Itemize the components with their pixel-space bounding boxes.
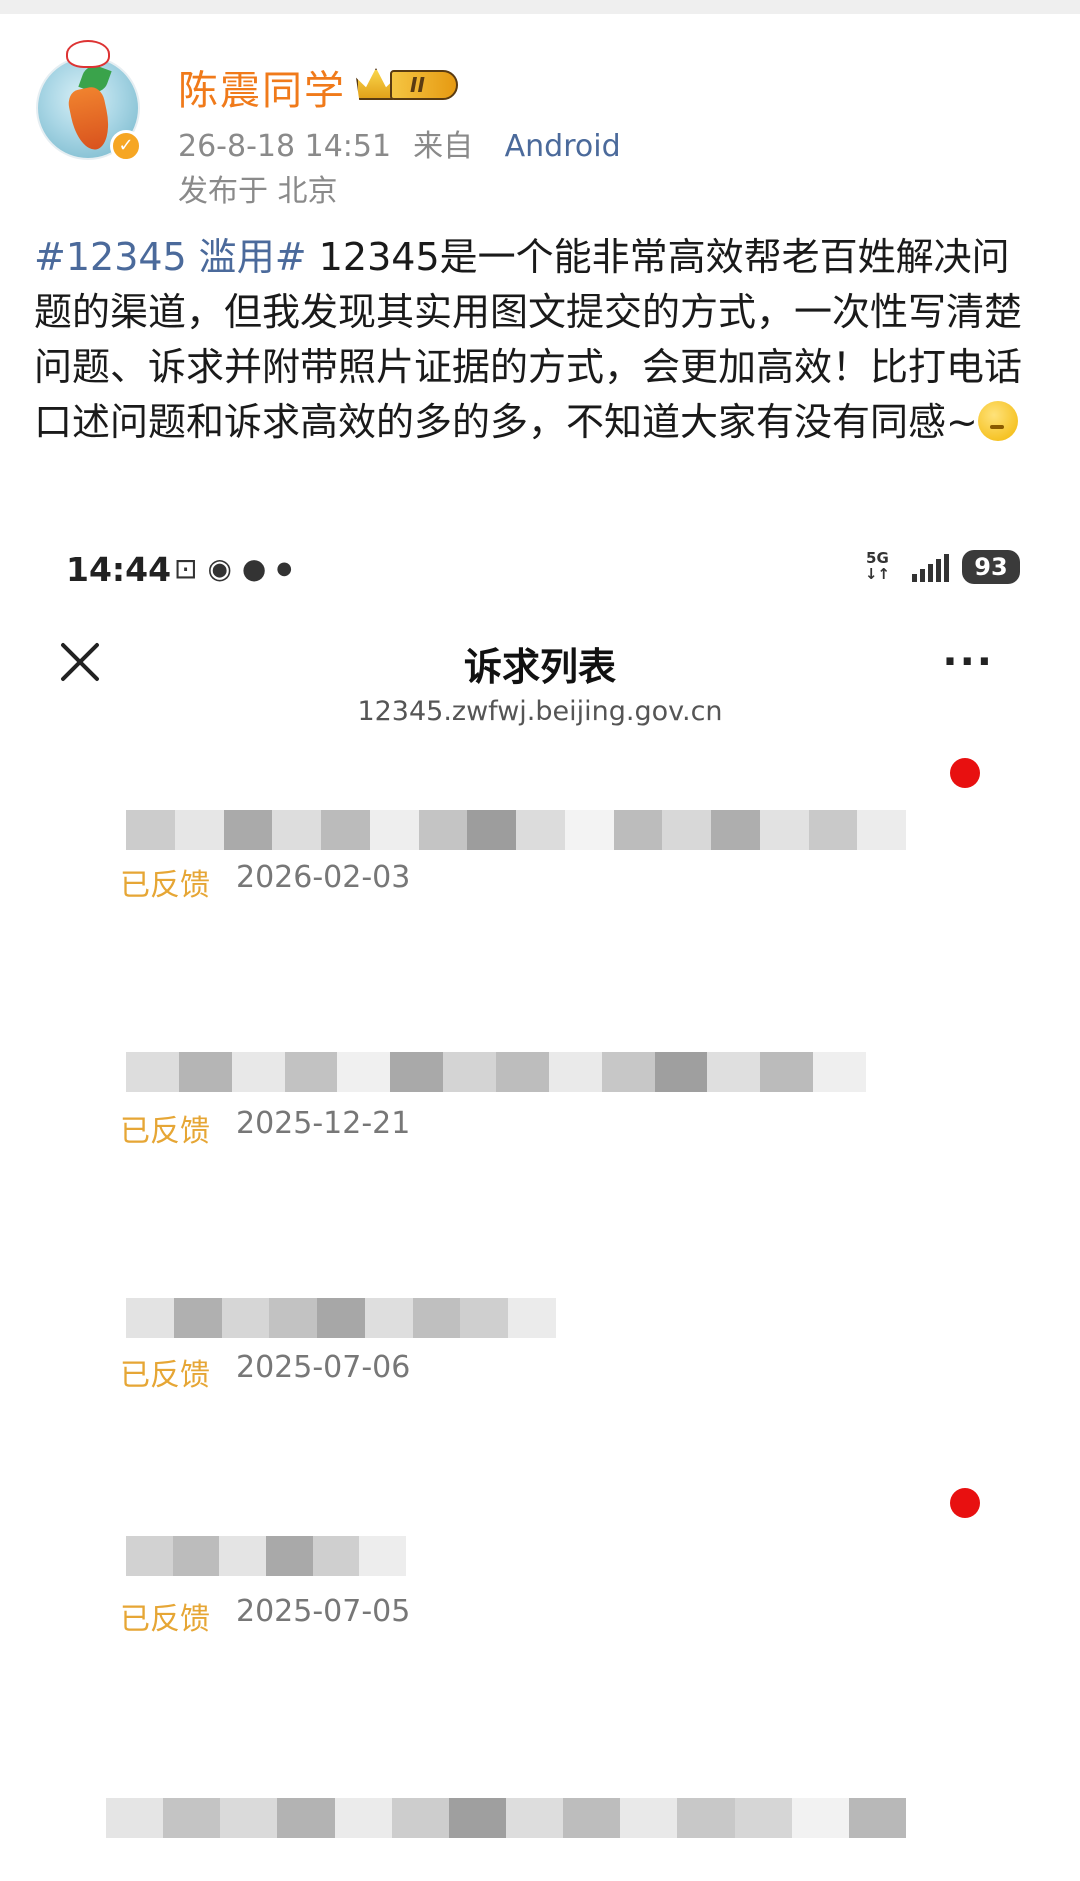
battery-icon: 93: [962, 550, 1020, 584]
avatar-bunny-decoration: [66, 40, 110, 68]
page-title: 诉求列表: [463, 645, 616, 689]
network-5g-icon: 5G ↓↑: [864, 549, 890, 583]
signal-bars-icon: [912, 554, 949, 582]
from-label: 来自: [413, 129, 474, 164]
page-url: 12345.zwfwj.beijing.gov.cn: [357, 696, 723, 727]
embedded-screenshot[interactable]: 14:44 ⊡◉●● 5G ↓↑ 93 诉求列表 12345.zwfwj.beij…: [28, 528, 1052, 1881]
post-source[interactable]: Android: [505, 129, 621, 164]
item-date: 2025-12-21: [236, 1106, 411, 1141]
blurred-title: [126, 1052, 867, 1092]
dot-icon: ●: [276, 558, 303, 579]
blurred-title: [106, 1798, 906, 1838]
blurred-title: [126, 1298, 557, 1338]
user-avatar[interactable]: ✓: [36, 40, 142, 162]
post-body: #12345 滥用# 12345是一个能非常高效帮老百姓解决问题的渠道，但我发现…: [34, 230, 1046, 450]
status-icons: ⊡◉●●: [174, 552, 302, 585]
unread-dot: [950, 1488, 980, 1518]
top-divider-bar: [0, 0, 1080, 14]
unread-dot: [950, 758, 980, 788]
level-label: II: [390, 70, 458, 100]
member-level-badge[interactable]: II: [356, 66, 458, 102]
more-icon[interactable]: ···: [942, 642, 994, 682]
screenshot-icon: ⊡: [174, 552, 208, 585]
item-status: 已反馈: [120, 1114, 210, 1149]
item-status: 已反馈: [120, 868, 210, 903]
thinking-face-emoji-icon: [977, 401, 1018, 441]
post-meta: 26-8-18 14:51 来自 Android: [178, 121, 621, 165]
wechat-icon: ◉: [207, 552, 242, 585]
status-time: 14:44: [66, 550, 172, 589]
item-date: 2026-02-03: [236, 860, 411, 895]
username[interactable]: 陈震同学: [178, 58, 346, 116]
blurred-title: [126, 1536, 407, 1576]
blurred-title: [126, 810, 906, 850]
item-status: 已反馈: [120, 1602, 210, 1637]
post-timestamp: 26-8-18 14:51: [178, 129, 392, 164]
post-location: 发布于 北京: [178, 174, 338, 209]
message-icon: ●: [241, 552, 277, 585]
verified-badge-icon: ✓: [110, 130, 142, 162]
item-date: 2025-07-06: [236, 1350, 411, 1385]
topic-link[interactable]: #12345 滥用#: [34, 235, 307, 279]
item-date: 2025-07-05: [236, 1594, 411, 1629]
status-right: 5G ↓↑ 93: [800, 548, 1020, 588]
item-status: 已反馈: [120, 1358, 210, 1393]
